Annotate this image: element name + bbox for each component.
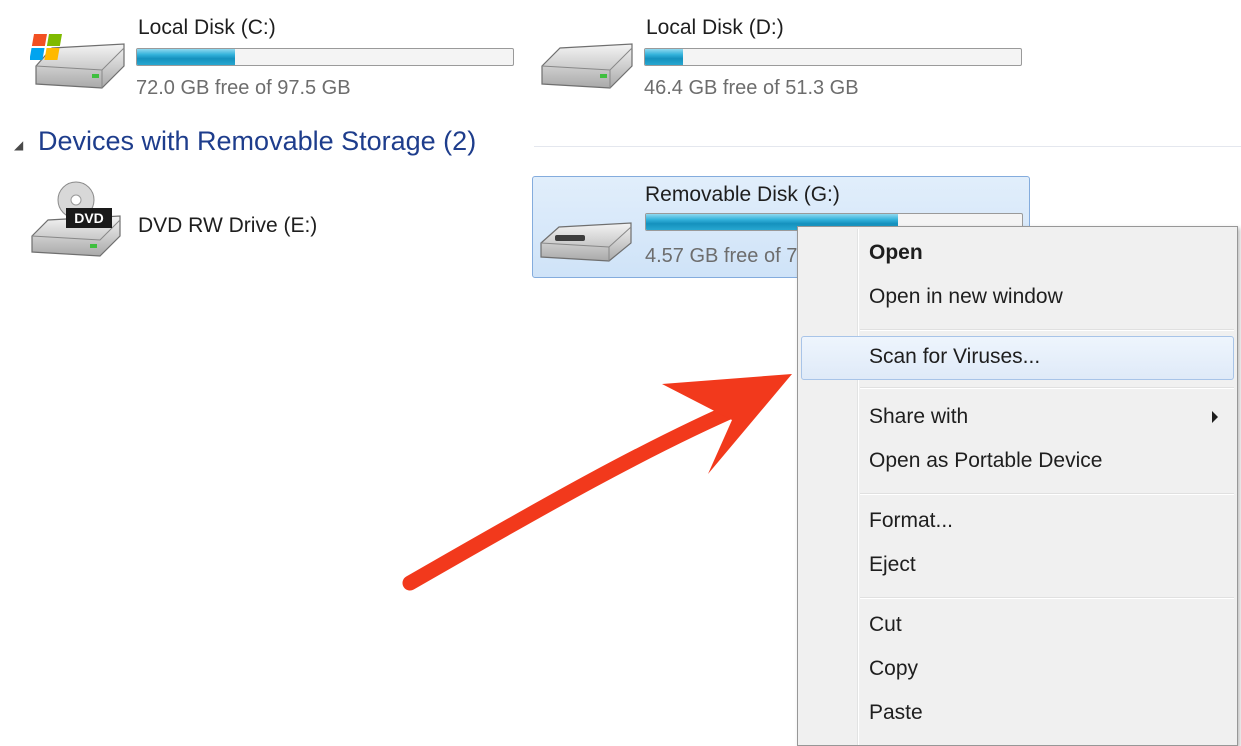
menu-item-open-in-new-window[interactable]: Open in new window: [801, 278, 1234, 318]
drive-d-usage-fill: [645, 49, 683, 65]
menu-item-label: Open in new window: [869, 285, 1063, 308]
menu-item-open-as-portable-device[interactable]: Open as Portable Device: [801, 442, 1234, 482]
drive-e-tile[interactable]: DVD DVD RW Drive (E:): [28, 180, 448, 275]
drive-c-free-space: 72.0 GB free of 97.5 GB: [136, 77, 351, 99]
dvd-badge: DVD: [74, 210, 104, 226]
submenu-arrow-icon: [1212, 411, 1218, 423]
hard-drive-icon: [541, 43, 633, 89]
menu-item-label: Format...: [869, 509, 954, 532]
menu-item-label: Share with: [869, 405, 969, 428]
windows-drive-icon: [30, 34, 125, 89]
arrow-head: [662, 374, 792, 474]
menu-separator: [860, 387, 1234, 389]
menu-separator: [860, 493, 1234, 495]
drive-d-name: Local Disk (D:): [646, 16, 784, 39]
group-title: Devices with Removable Storage (2): [38, 126, 477, 156]
menu-item-eject[interactable]: Eject: [801, 546, 1234, 586]
menu-item-paste[interactable]: Paste: [801, 694, 1234, 734]
menu-item-label: Copy: [869, 657, 919, 680]
menu-item-label: Open as Portable Device: [869, 449, 1103, 472]
drive-c-tile[interactable]: Local Disk (C:) 72.0 GB free of 97.5 GB: [30, 14, 520, 109]
drive-g-name: Removable Disk (G:): [645, 183, 840, 206]
drive-c-usage-bar: [136, 48, 514, 66]
drive-e-name: DVD RW Drive (E:): [138, 214, 318, 237]
menu-separator: [860, 597, 1234, 599]
group-divider: [534, 146, 1241, 147]
menu-item-open[interactable]: Open: [801, 234, 1234, 274]
removable-disk-icon: [540, 222, 632, 262]
menu-item-label: Open: [869, 241, 923, 264]
menu-separator: [860, 329, 1234, 331]
drive-d-usage-bar: [644, 48, 1022, 66]
menu-item-label: Paste: [869, 701, 923, 724]
menu-item-label: Scan for Viruses...: [869, 345, 1041, 368]
drive-c-name: Local Disk (C:): [138, 16, 276, 39]
menu-item-share-with[interactable]: Share with: [801, 398, 1234, 438]
collapse-triangle-icon[interactable]: ◢: [14, 138, 23, 152]
menu-item-label: Cut: [869, 613, 902, 636]
drive-d-tile[interactable]: Local Disk (D:) 46.4 GB free of 51.3 GB: [538, 14, 1028, 109]
menu-item-cut[interactable]: Cut: [801, 606, 1234, 646]
arrow-shaft: [402, 397, 753, 591]
drive-c-usage-fill: [137, 49, 235, 65]
menu-item-scan-for-viruses[interactable]: Scan for Viruses...: [801, 336, 1234, 380]
context-menu: Open Open in new window Scan for Viruses…: [797, 226, 1238, 746]
removable-storage-group-header[interactable]: ◢ Devices with Removable Storage (2): [14, 124, 1241, 164]
menu-item-format[interactable]: Format...: [801, 502, 1234, 542]
menu-item-copy[interactable]: Copy: [801, 650, 1234, 690]
menu-item-label: Eject: [869, 553, 916, 576]
dvd-drive-icon: DVD: [31, 181, 121, 257]
drive-d-free-space: 46.4 GB free of 51.3 GB: [644, 77, 859, 99]
